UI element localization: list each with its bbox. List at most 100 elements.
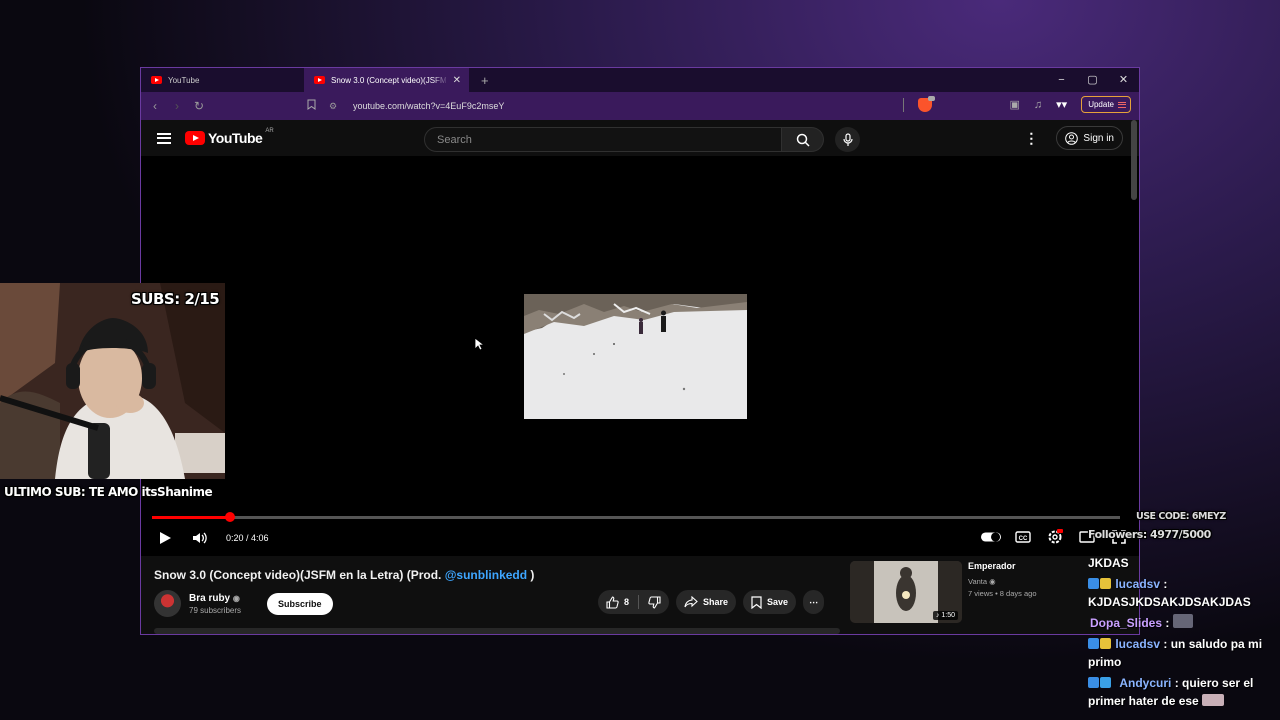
video-details: Snow 3.0 (Concept video)(JSFM en la Letr… (141, 556, 1139, 634)
stream-chat: JKDAS lucadsv : KJDASJKDSAKJDSAKJDAS Dop… (1088, 554, 1278, 713)
channel-info: Bra ruby ◉ 79 subscribers (189, 593, 241, 615)
play-icon[interactable] (158, 531, 172, 545)
toolbar-right: ▣ ♫ ▾▾ Update (902, 95, 1131, 113)
divider (638, 595, 640, 609)
verified-icon: ◉ (989, 577, 996, 586)
bookmark-icon[interactable] (305, 99, 317, 113)
url-text[interactable]: youtube.com/watch?v=4EuF9c2mseY (353, 101, 504, 111)
player-controls: 0:20 / 4:06 CC (158, 526, 1129, 550)
guide-menu-icon[interactable] (157, 130, 171, 146)
recommended-title[interactable]: Emperador (968, 561, 1037, 571)
recommended-info: Emperador Vanta ◉ 7 views • 8 days ago (968, 561, 1037, 623)
last-sub-label: ULTIMO SUB: TE AMO itsShanime (4, 485, 213, 499)
sign-in-label: Sign in (1083, 132, 1114, 144)
search-button[interactable] (782, 127, 824, 152)
voice-search-button[interactable] (835, 127, 860, 152)
close-window-button[interactable]: ✕ (1108, 68, 1139, 92)
youtube-favicon-icon (151, 76, 162, 84)
media-icon[interactable]: ♫ (1034, 99, 1042, 111)
thumbs-down-icon[interactable] (648, 595, 661, 609)
page-scrollbar[interactable] (1131, 120, 1137, 200)
progress-bar[interactable] (152, 512, 1120, 522)
autoplay-toggle-icon[interactable] (981, 528, 1001, 546)
crown-badge-icon (1100, 638, 1111, 649)
youtube-favicon-icon (314, 76, 325, 84)
reload-icon[interactable]: ↻ (193, 99, 205, 113)
video-title: Snow 3.0 (Concept video)(JSFM en la Letr… (154, 568, 534, 582)
recommended-video[interactable]: ♪ 1:50 Emperador Vanta ◉ 7 views • 8 day… (850, 561, 1037, 623)
like-count: 8 (624, 597, 630, 607)
channel-avatar[interactable] (154, 590, 181, 617)
recommended-channel[interactable]: Vanta ◉ (968, 577, 1037, 586)
title-mention-link[interactable]: @sunblinkedd (445, 568, 527, 582)
description-box[interactable] (154, 628, 840, 634)
video-player[interactable]: 0:20 / 4:06 CC (141, 156, 1139, 556)
recommended-thumbnail[interactable]: ♪ 1:50 (850, 561, 962, 623)
search-input[interactable]: Search (424, 127, 782, 152)
share-label: Share (703, 597, 729, 607)
more-actions-button[interactable]: ⋯ (803, 590, 825, 614)
sub-badge-icon (1100, 677, 1111, 688)
prime-badge-icon (1088, 677, 1099, 688)
site-settings-icon[interactable]: ⚙ (327, 101, 339, 112)
share-button[interactable]: Share (676, 590, 737, 614)
mouse-cursor-icon (474, 337, 484, 351)
chat-username: Dopa_Slides (1090, 616, 1163, 630)
youtube-logo-icon (185, 131, 205, 145)
channel-name[interactable]: Bra ruby ◉ (189, 593, 241, 604)
tab-bar: YouTube Snow 3.0 (Concept video)(JSFM en… (141, 68, 1139, 92)
like-button[interactable]: 8 (606, 595, 630, 609)
tab-label: Snow 3.0 (Concept video)(JSFM en la Letr… (331, 75, 449, 85)
new-tab-button[interactable]: + (481, 73, 489, 88)
share-icon (684, 596, 698, 608)
tab-close-icon[interactable]: ✕ (453, 75, 461, 86)
browser-window: YouTube Snow 3.0 (Concept video)(JSFM en… (140, 67, 1140, 635)
scrubber-handle[interactable] (225, 512, 236, 522)
video-title-end: ) (527, 568, 535, 582)
time-display: 0:20 / 4:06 (226, 533, 269, 543)
forward-icon[interactable]: › (171, 99, 183, 113)
extensions-icon[interactable]: ▣ (1010, 98, 1020, 111)
subscribe-button[interactable]: Subscribe (267, 592, 333, 615)
settings-gear-icon[interactable] (1045, 528, 1065, 546)
update-button[interactable]: Update (1081, 96, 1131, 113)
captions-icon[interactable]: CC (1013, 528, 1033, 546)
save-button[interactable]: Save (743, 590, 797, 614)
chat-message: lucadsv : KJDASJKDSAKJDSAKJDAS (1088, 577, 1251, 609)
settings-more-icon[interactable]: ⋮ (1024, 130, 1038, 147)
window-controls: − ▢ ✕ (1046, 68, 1139, 92)
wallet-icon[interactable]: ▾▾ (1056, 98, 1067, 111)
subs-goal-label: SUBS: 2/15 (131, 290, 220, 308)
recommended-duration: ♪ 1:50 (932, 611, 958, 620)
back-icon[interactable]: ‹ (149, 99, 161, 113)
sign-in-button[interactable]: Sign in (1056, 126, 1123, 150)
maximize-button[interactable]: ▢ (1077, 68, 1108, 92)
video-actions: 8 Share Save ⋯ (598, 590, 825, 614)
address-bar: ‹ › ↻ ⚙ youtube.com/watch?v=4EuF9c2mseY … (141, 92, 1139, 120)
recommended-meta: 7 views • 8 days ago (968, 589, 1037, 598)
volume-icon[interactable] (192, 531, 208, 545)
subscriber-count: 79 subscribers (189, 605, 242, 615)
webcam-feed (0, 283, 225, 479)
youtube-logo[interactable]: YouTube AR (185, 128, 274, 146)
crown-badge-icon (1100, 578, 1111, 589)
followers-goal-label: Followers: 4977/5000 (1088, 528, 1211, 541)
brave-shield-icon[interactable] (917, 95, 935, 112)
chat-username: lucadsv (1115, 637, 1161, 651)
minimize-button[interactable]: − (1046, 68, 1077, 92)
thumbs-up-icon (606, 595, 619, 609)
search-bar: Search (424, 127, 860, 152)
more-icon: ⋯ (809, 596, 819, 607)
tab-youtube[interactable]: YouTube (141, 68, 306, 92)
prime-badge-icon (1088, 578, 1099, 589)
streamer-image (0, 283, 225, 479)
search-icon (796, 133, 810, 147)
tab-video[interactable]: Snow 3.0 (Concept video)(JSFM en la Letr… (304, 68, 469, 92)
emote-icon (1202, 694, 1225, 706)
chat-message: Andycuri : quiero ser el primer hater de… (1088, 676, 1254, 708)
youtube-header: YouTube AR Search ⋮ Sign in (141, 120, 1139, 156)
channel-row: Bra ruby ◉ 79 subscribers Subscribe (154, 590, 333, 617)
use-code-label: USE CODE: 6MEYZ (1136, 511, 1226, 522)
progress-played (152, 516, 231, 519)
chat-fragment: JKDAS (1088, 556, 1129, 570)
